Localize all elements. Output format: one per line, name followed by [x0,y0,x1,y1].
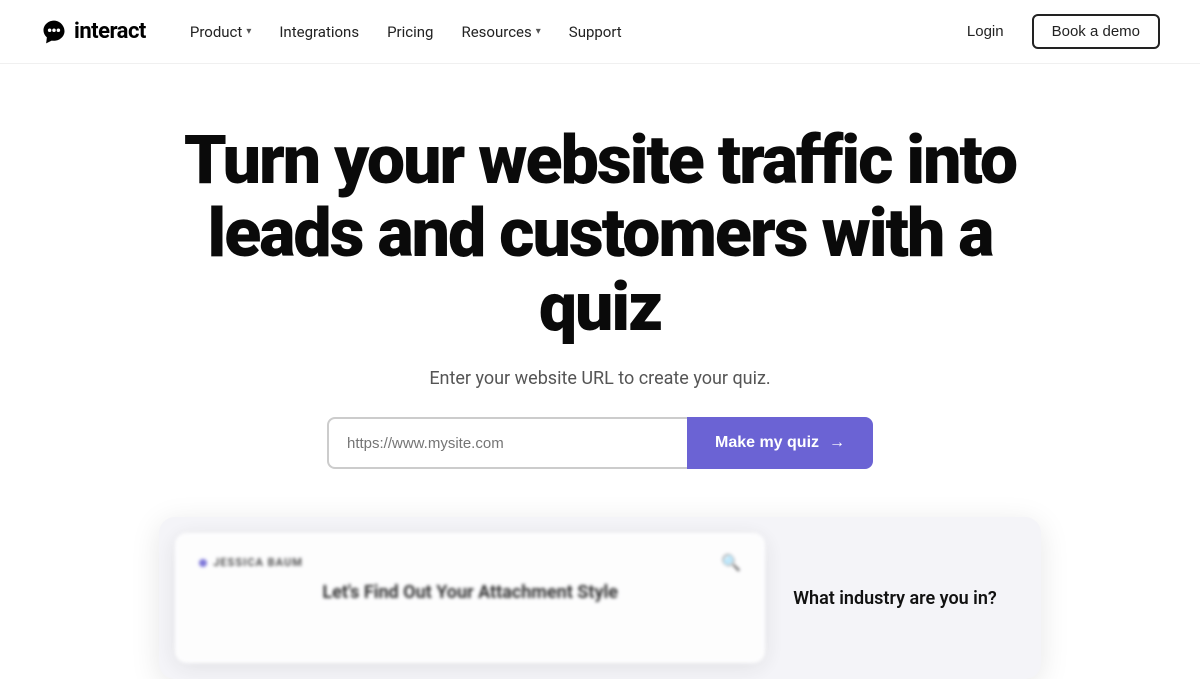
main-nav: interact Product ▾ Integrations Pricing … [0,0,1200,64]
book-demo-button[interactable]: Book a demo [1032,14,1160,49]
arrow-right-icon: → [829,434,845,452]
logo[interactable]: interact [40,18,146,46]
hero-section: Turn your website traffic into leads and… [0,64,1200,679]
hero-subtitle: Enter your website URL to create your qu… [429,368,770,389]
preview-area: JESSICA BAUM 🔍 Let's Find Out Your Attac… [159,517,1041,679]
url-input[interactable] [327,417,687,469]
nav-integrations[interactable]: Integrations [267,17,371,47]
nav-pricing[interactable]: Pricing [375,17,445,47]
hero-title: Turn your website traffic into leads and… [150,124,1050,344]
nav-links: Product ▾ Integrations Pricing Resources… [178,17,634,47]
side-panel: What industry are you in? [765,533,1025,663]
product-chevron-icon: ▾ [246,26,251,37]
login-button[interactable]: Login [955,17,1016,46]
nav-resources[interactable]: Resources ▾ [449,17,552,47]
brand-dot-icon [199,559,207,567]
search-icon: 🔍 [721,553,741,572]
logo-icon [40,18,68,46]
logo-text: interact [74,19,146,44]
quiz-card-brand: JESSICA BAUM [199,556,303,569]
side-panel-text: What industry are you in? [793,588,997,609]
hero-form: Make my quiz → [327,417,873,469]
make-quiz-button[interactable]: Make my quiz → [687,417,873,469]
nav-support[interactable]: Support [557,17,634,47]
quiz-preview-card: JESSICA BAUM 🔍 Let's Find Out Your Attac… [175,533,765,663]
resources-chevron-icon: ▾ [536,26,541,37]
nav-left: interact Product ▾ Integrations Pricing … [40,17,634,47]
quiz-card-title: Let's Find Out Your Attachment Style [199,582,741,603]
quiz-card-header: JESSICA BAUM 🔍 [199,553,741,572]
nav-product[interactable]: Product ▾ [178,17,263,47]
nav-right: Login Book a demo [955,14,1160,49]
